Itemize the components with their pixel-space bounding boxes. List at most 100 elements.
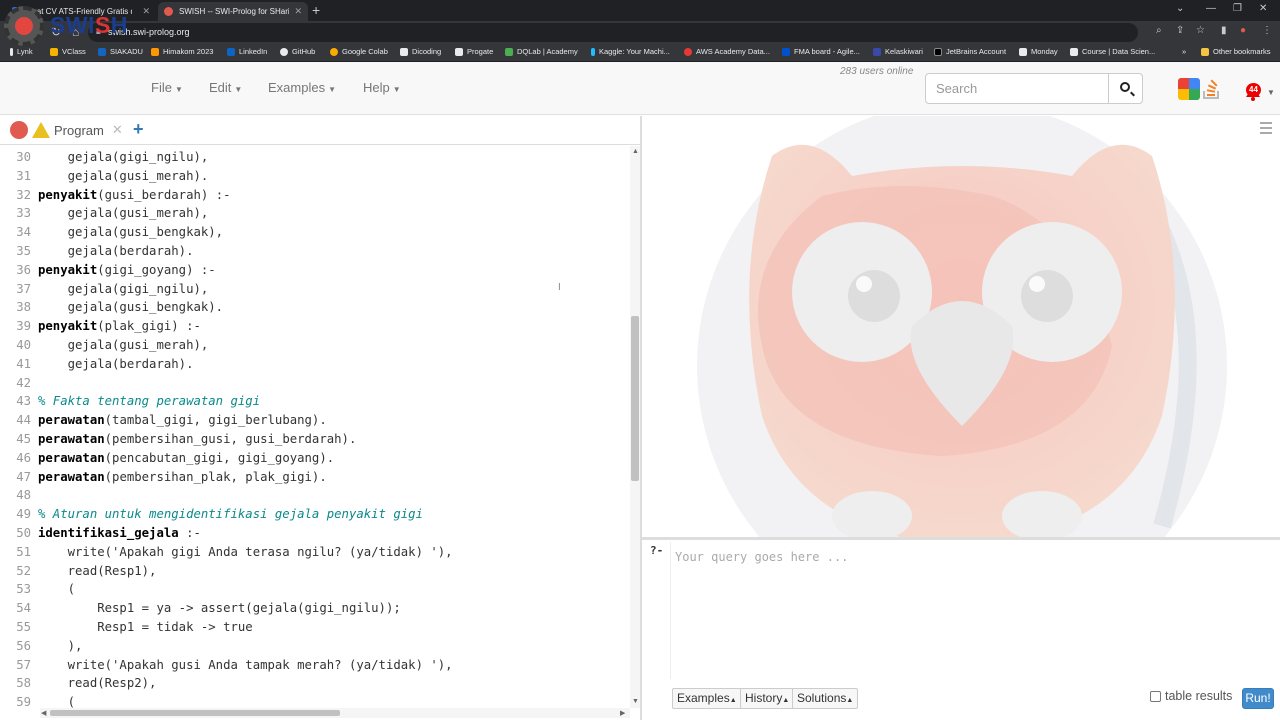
bookmark-item[interactable]: DQLab | Academy: [505, 47, 578, 56]
menu-file[interactable]: File ▼: [151, 80, 183, 95]
code-line[interactable]: 56 ),: [0, 637, 630, 656]
query-solutions-button[interactable]: Solutions▲: [792, 688, 859, 709]
sidepanel-icon[interactable]: ▮: [1221, 25, 1227, 36]
bookmark-item[interactable]: VClass: [50, 47, 86, 56]
bookmark-item[interactable]: GitHub: [280, 47, 315, 56]
output-menu-icon[interactable]: [1260, 122, 1272, 137]
code-line[interactable]: 51 write('Apakah gigi Anda terasa ngilu?…: [0, 543, 630, 562]
bookmark-item[interactable]: Progate: [455, 47, 493, 56]
maximize-icon[interactable]: ❐: [1233, 3, 1242, 14]
code-line[interactable]: 54 Resp1 = ya -> assert(gejala(gigi_ngil…: [0, 599, 630, 618]
scroll-thumb[interactable]: [631, 316, 639, 481]
code-line[interactable]: 44 perawatan(tambal_gigi, gigi_berlubang)…: [0, 411, 630, 430]
search-input[interactable]: Search: [925, 73, 1109, 104]
stackoverflow-login-icon[interactable]: [1201, 78, 1223, 100]
code-line[interactable]: 39 penyakit(plak_gigi) :-: [0, 317, 630, 336]
run-button[interactable]: Run!: [1242, 688, 1274, 709]
new-tab-icon[interactable]: +: [312, 2, 320, 18]
code-line[interactable]: 58 read(Resp2),: [0, 674, 630, 693]
code-line[interactable]: 41 gejala(berdarah).: [0, 355, 630, 374]
code-line[interactable]: 50 identifikasi_gejala :-: [0, 524, 630, 543]
bookmark-item[interactable]: Kelaskiwari: [873, 47, 923, 56]
url-field[interactable]: 🔒︎ swish.swi-prolog.org: [88, 23, 1138, 42]
bookmark-item[interactable]: AWS Academy Data...: [684, 47, 770, 56]
bookmark-item[interactable]: Google Colab: [330, 47, 388, 56]
code-line[interactable]: 43 % Fakta tentang perawatan gigi: [0, 392, 630, 411]
close-tab-icon[interactable]: ✕: [112, 122, 123, 138]
code-line[interactable]: 55 Resp1 = tidak -> true: [0, 618, 630, 637]
code-line[interactable]: 52 read(Resp1),: [0, 562, 630, 581]
menu-examples[interactable]: Examples ▼: [268, 80, 336, 95]
scroll-up-icon[interactable]: ▲: [632, 148, 639, 155]
scroll-right-icon[interactable]: ▶: [620, 709, 625, 717]
code-line[interactable]: 42: [0, 374, 630, 393]
tab-search-icon[interactable]: ⌄: [1176, 3, 1184, 14]
code-line[interactable]: 45 perawatan(pembersihan_gusi, gusi_berda…: [0, 430, 630, 449]
code-line[interactable]: 35 gejala(berdarah).: [0, 242, 630, 261]
bookmark-item[interactable]: Kaggle: Your Machi...: [591, 47, 670, 56]
line-number: 47: [16, 469, 31, 484]
code-line[interactable]: 32 penyakit(gusi_berdarah) :-: [0, 186, 630, 205]
code-line[interactable]: 47 perawatan(pembersihan_plak, plak_gigi)…: [0, 468, 630, 487]
bookmark-item[interactable]: Dicoding: [400, 47, 441, 56]
close-tab-icon[interactable]: ✕: [142, 6, 150, 17]
menu-help[interactable]: Help ▼: [363, 80, 401, 95]
scroll-thumb[interactable]: [50, 710, 340, 716]
code-line[interactable]: 53 (: [0, 580, 630, 599]
bookmark-item[interactable]: Monday: [1019, 47, 1058, 56]
code-line[interactable]: 34 gejala(gusi_bengkak),: [0, 223, 630, 242]
notifications-bell-icon[interactable]: 44: [1242, 80, 1264, 102]
swish-logo[interactable]: SWISH: [50, 12, 128, 39]
line-number: 46: [16, 450, 31, 465]
code-line[interactable]: 57 write('Apakah gusi Anda tampak merah?…: [0, 656, 630, 675]
query-examples-button[interactable]: Examples▲: [672, 688, 742, 709]
profile-icon[interactable]: ●: [1240, 25, 1246, 36]
minimize-icon[interactable]: —: [1206, 3, 1216, 14]
scroll-left-icon[interactable]: ◀: [41, 709, 46, 717]
code-line[interactable]: 38 gejala(gusi_bengkak).: [0, 298, 630, 317]
swish-logo-icon[interactable]: [4, 6, 44, 46]
code-editor[interactable]: 30 gejala(gigi_ngilu), 31 gejala(gusi_mer…: [0, 146, 630, 708]
users-online: 283 users online: [840, 66, 914, 77]
scroll-down-icon[interactable]: ▼: [632, 698, 639, 705]
bookmark-item[interactable]: JetBrains Account: [934, 47, 1006, 56]
bookmark-item[interactable]: LinkedIn: [227, 47, 267, 56]
code-line[interactable]: 46 perawatan(pencabutan_gigi, gigi_goyang…: [0, 449, 630, 468]
editor-horizontal-scrollbar[interactable]: ◀ ▶: [40, 708, 630, 718]
bookmark-item[interactable]: SIAKADU: [98, 47, 143, 56]
close-window-icon[interactable]: ✕: [1259, 3, 1267, 14]
bookmark-star-icon[interactable]: ☆: [1196, 25, 1205, 36]
share-icon[interactable]: ⇪: [1176, 25, 1184, 36]
bookmark-item[interactable]: Himakom 2023: [151, 47, 213, 56]
browser-menu-icon[interactable]: ⋮: [1262, 25, 1272, 36]
code-line[interactable]: 33 gejala(gusi_merah),: [0, 204, 630, 223]
code-text: gejala(gusi_merah),: [38, 206, 209, 221]
more-bookmarks-icon[interactable]: »: [1182, 47, 1186, 56]
code-line[interactable]: 40 gejala(gusi_merah),: [0, 336, 630, 355]
bookmark-item[interactable]: FMA board - Agile...: [782, 47, 860, 56]
bookmark-item[interactable]: Lynk: [10, 47, 33, 56]
code-line[interactable]: 59 (: [0, 693, 630, 708]
line-number: 37: [16, 281, 31, 296]
add-tab-icon[interactable]: +: [133, 119, 144, 140]
line-number: 39: [16, 319, 31, 334]
other-bookmarks[interactable]: Other bookmarks: [1201, 47, 1271, 56]
close-tab-icon[interactable]: ✕: [294, 6, 302, 17]
google-login-icon[interactable]: [1178, 78, 1200, 100]
code-line[interactable]: 37 gejala(gigi_ngilu),: [0, 280, 630, 299]
code-line[interactable]: 36 penyakit(gigi_goyang) :-: [0, 261, 630, 280]
editor-vertical-scrollbar[interactable]: ▲ ▼: [630, 146, 640, 708]
code-line[interactable]: 49 % Aturan untuk mengidentifikasi gejala…: [0, 505, 630, 524]
search-button[interactable]: [1108, 73, 1143, 104]
menu-edit[interactable]: Edit ▼: [209, 80, 242, 95]
code-line[interactable]: 48: [0, 486, 630, 505]
caret-down-icon[interactable]: ▼: [1267, 88, 1275, 97]
table-results-checkbox[interactable]: [1150, 691, 1161, 702]
zoom-icon[interactable]: ⌕: [1156, 25, 1162, 36]
code-line[interactable]: 30 gejala(gigi_ngilu),: [0, 148, 630, 167]
bookmark-item[interactable]: Course | Data Scien...: [1070, 47, 1155, 56]
query-history-button[interactable]: History▲: [740, 688, 795, 709]
code-line[interactable]: 31 gejala(gusi_merah).: [0, 167, 630, 186]
tab-program[interactable]: Program ✕: [10, 121, 123, 139]
browser-tab-swish[interactable]: SWISH -- SWI-Prolog for SHaring ✕: [158, 2, 308, 21]
